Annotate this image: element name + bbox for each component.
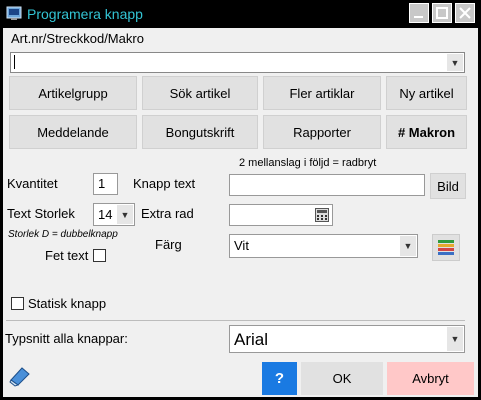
article-combo[interactable]: ▼ (10, 52, 465, 73)
chevron-down-icon[interactable]: ▼ (117, 205, 133, 224)
close-icon (459, 7, 471, 19)
close-button[interactable] (455, 3, 475, 23)
rapporter-button[interactable]: Rapporter (263, 115, 381, 149)
bongutskrift-button[interactable]: Bongutskrift (142, 115, 258, 149)
text-size-note: Storlek D = dubbelknapp (8, 229, 118, 240)
linebreak-hint: 2 mellanslag i följd = radbryt (239, 157, 377, 169)
calculator-icon[interactable] (315, 208, 329, 222)
button-text-label: Knapp text (133, 176, 196, 191)
color-value: Vit (234, 238, 249, 253)
color-picker-button[interactable] (432, 234, 460, 261)
sok-artikel-button[interactable]: Sök artikel (142, 76, 258, 110)
divider (6, 320, 465, 321)
minimize-icon (414, 16, 423, 18)
ny-artikel-button[interactable]: Ny artikel (386, 76, 467, 110)
artikelgrupp-button[interactable]: Artikelgrupp (9, 76, 137, 110)
bild-button[interactable]: Bild (430, 173, 466, 199)
dialog-body: Art.nr/Streckkod/Makro ▼ Artikelgrupp Sö… (3, 28, 478, 397)
app-icon (6, 6, 22, 20)
eraser-icon[interactable] (8, 364, 32, 388)
text-size-value: 14 (98, 207, 113, 222)
font-value: Arial (234, 330, 269, 349)
fler-artiklar-button[interactable]: Fler artiklar (263, 76, 381, 110)
color-label: Färg (155, 237, 182, 252)
quantity-input[interactable]: 1 (93, 173, 118, 195)
minimize-button[interactable] (409, 3, 429, 23)
makron-button[interactable]: # Makron (386, 115, 467, 149)
quantity-label: Kvantitet (7, 176, 58, 191)
help-button[interactable]: ? (262, 362, 297, 395)
bold-text-label: Fet text (45, 248, 89, 263)
cancel-button[interactable]: Avbryt (387, 362, 474, 395)
chevron-down-icon[interactable]: ▼ (447, 327, 463, 351)
static-button-label: Statisk knapp (28, 296, 107, 311)
font-select[interactable]: Arial ▼ (229, 325, 465, 353)
ok-button[interactable]: OK (301, 362, 383, 395)
dialog-window: Programera knapp Art.nr/Streckkod/Makro … (0, 0, 481, 400)
text-size-label: Text Storlek (7, 206, 75, 221)
palette-icon (438, 240, 454, 255)
article-label: Art.nr/Streckkod/Makro (11, 31, 144, 46)
color-select[interactable]: Vit ▼ (229, 234, 418, 258)
extra-row-label: Extra rad (141, 206, 194, 221)
chevron-down-icon[interactable]: ▼ (447, 54, 463, 71)
bold-text-checkbox[interactable] (93, 249, 106, 262)
text-cursor (14, 55, 15, 69)
title-bar: Programera knapp (0, 0, 481, 28)
static-button-checkbox[interactable] (11, 297, 24, 310)
font-all-label: Typsnitt alla knappar: (5, 331, 128, 346)
chevron-down-icon[interactable]: ▼ (400, 236, 416, 256)
button-text-input[interactable] (229, 174, 425, 196)
maximize-icon (436, 7, 448, 19)
meddelande-button[interactable]: Meddelande (9, 115, 137, 149)
maximize-button[interactable] (432, 3, 452, 23)
text-size-select[interactable]: 14 ▼ (93, 203, 135, 226)
window-title: Programera knapp (27, 6, 143, 22)
